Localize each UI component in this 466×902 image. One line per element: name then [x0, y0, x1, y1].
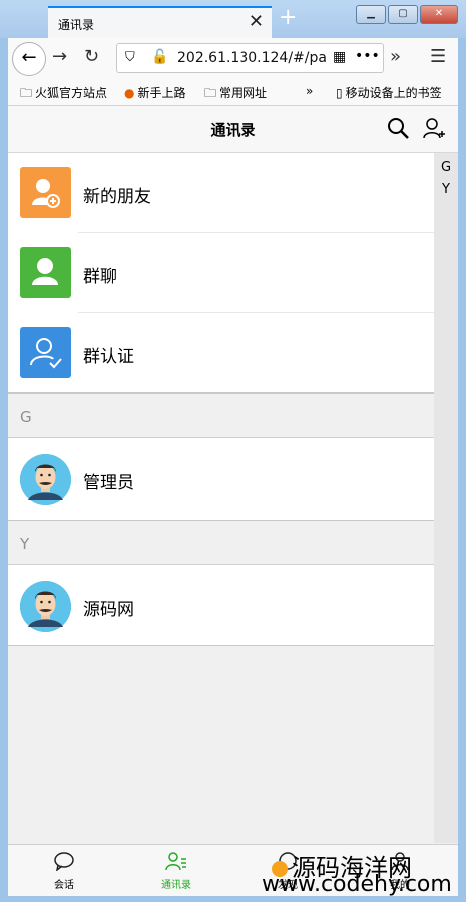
back-button[interactable]: ←	[12, 42, 46, 76]
navigation-bar: ← → ↻ ⛉ 🔓 202.61.130.124/#/page ▦ ••• » …	[8, 38, 458, 78]
tab-title: 通讯录	[58, 18, 95, 32]
search-icon[interactable]	[386, 116, 410, 144]
close-window-button[interactable]: ✕	[420, 5, 458, 24]
add-friend-icon	[20, 167, 71, 218]
index-letter-g[interactable]: G	[434, 156, 458, 180]
folder-icon: 🗀	[204, 86, 217, 100]
index-letter-y[interactable]: Y	[434, 178, 458, 202]
shield-icon[interactable]: ⛉	[125, 50, 135, 65]
contacts-icon	[165, 852, 186, 871]
contact-name: 源码网	[83, 600, 134, 620]
contacts-app: 通讯录 新的朋友 群聊 群认证 G 管理员 Y 源码网 G Y 会话 通讯录 发…	[8, 106, 458, 896]
more-actions-icon[interactable]: •••	[355, 48, 380, 64]
tab-label: 通讯录	[161, 880, 191, 891]
section-header-y: Y	[8, 520, 434, 565]
url-text: 202.61.130.124/#/page	[177, 50, 327, 66]
watermark-url: www.codehy.com	[262, 872, 452, 897]
contact-yuanmawang[interactable]: 源码网	[8, 565, 434, 646]
minimize-button[interactable]: ▁	[356, 5, 386, 24]
contact-admin[interactable]: 管理员	[8, 438, 434, 520]
section-letter: G	[20, 408, 32, 426]
forward-button[interactable]: →	[52, 46, 67, 67]
tab-conversations[interactable]: 会话	[24, 851, 104, 891]
contact-list: 新的朋友 群聊 群认证 G 管理员 Y 源码网	[8, 153, 434, 646]
address-bar[interactable]: ⛉ 🔓 202.61.130.124/#/page ▦ •••	[116, 43, 384, 73]
section-header-g: G	[8, 393, 434, 438]
verify-icon	[20, 327, 71, 378]
avatar	[20, 454, 71, 505]
group-verify-item[interactable]: 群认证	[8, 313, 434, 393]
bookmark-firefox-site[interactable]: 🗀 火狐官方站点	[20, 84, 107, 105]
app-header: 通讯录	[8, 106, 458, 153]
avatar	[20, 581, 71, 632]
insecure-lock-icon[interactable]: 🔓	[151, 49, 168, 65]
qr-code-icon[interactable]: ▦	[333, 49, 346, 65]
new-tab-icon[interactable]: +	[279, 5, 297, 30]
reload-button[interactable]: ↻	[84, 46, 99, 67]
browser-tab[interactable]: 通讯录 ✕	[48, 6, 272, 38]
folder-icon: 🗀	[20, 86, 33, 100]
bookmarks-bar: 🗀 火狐官方站点 ● 新手上路 🗀 常用网址 » ▯ 移动设备上的书签	[8, 78, 458, 106]
index-bar: G Y	[434, 153, 458, 843]
group-verify-label: 群认证	[83, 347, 134, 367]
firefox-icon: ●	[124, 86, 135, 100]
maximize-button[interactable]: ▢	[388, 5, 418, 24]
group-chat-label: 群聊	[83, 267, 117, 287]
bookmark-mobile[interactable]: ▯ 移动设备上的书签	[336, 84, 442, 101]
contact-name: 管理员	[83, 473, 134, 493]
mobile-icon: ▯	[336, 86, 343, 100]
new-friends-item[interactable]: 新的朋友	[8, 153, 434, 233]
bookmark-getting-started[interactable]: ● 新手上路	[124, 84, 186, 101]
tab-label: 会话	[54, 880, 74, 891]
divider	[8, 645, 434, 646]
browser-window: 通讯录 ✕ + ▁ ▢ ✕ ← → ↻ ⛉ 🔓 202.61.130.124/#…	[0, 0, 466, 902]
group-chat-item[interactable]: 群聊	[8, 233, 434, 313]
overflow-chevron-icon[interactable]: »	[390, 46, 401, 67]
bookmark-common-sites[interactable]: 🗀 常用网址	[204, 84, 267, 105]
section-letter: Y	[20, 535, 30, 553]
title-bar: 通讯录 ✕ + ▁ ▢ ✕	[0, 0, 466, 38]
tab-contacts[interactable]: 通讯录	[136, 851, 216, 891]
new-friends-label: 新的朋友	[83, 187, 151, 207]
chat-bubble-icon	[54, 852, 74, 872]
bookmarks-overflow-icon[interactable]: »	[306, 84, 313, 98]
close-tab-icon[interactable]: ✕	[249, 11, 264, 32]
window-controls: ▁ ▢ ✕	[356, 5, 458, 24]
menu-icon[interactable]: ☰	[430, 46, 446, 67]
add-contact-icon[interactable]	[422, 116, 446, 144]
group-chat-icon	[20, 247, 71, 298]
